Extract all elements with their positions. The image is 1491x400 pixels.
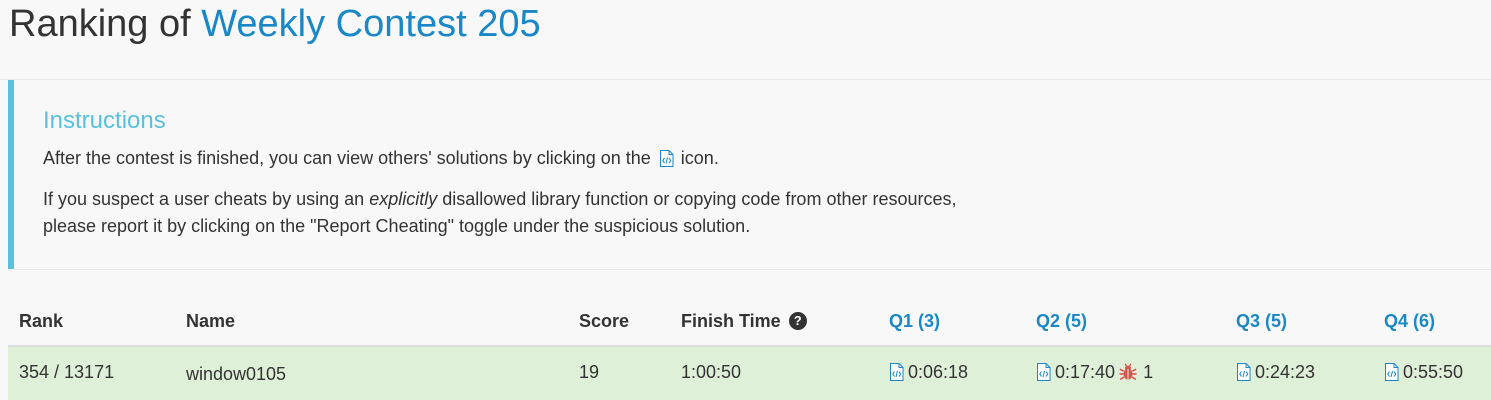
header-score: Score [579,311,630,331]
code-file-icon[interactable] [1236,363,1251,381]
instructions-line-report: If you suspect a user cheats by using an… [43,186,957,213]
q4-cell: 0:55:50 [1384,347,1463,397]
header-finish-time: Finish Time ? [681,297,807,345]
q1-time: 0:06:18 [908,362,969,382]
table-row: 354 / 13171 window0105 19 1:00:50 0:06:1… [8,347,1491,400]
rank-cell: 354 / 13171 [19,362,115,382]
divider [14,269,1491,270]
code-file-icon[interactable] [1036,363,1051,381]
finish-time-cell: 1:00:50 [681,362,742,382]
header-rank: Rank [19,311,64,331]
q2-cell: 0:17:40 1 [1036,347,1153,397]
q1-cell: 0:06:18 [889,347,968,397]
instructions-heading: Instructions [43,107,166,134]
instructions-text: After the contest is finished, you can v… [43,148,651,168]
score-cell: 19 [579,362,600,382]
instructions-line-view-solutions: After the contest is finished, you can v… [43,145,719,172]
code-file-icon [659,150,674,167]
q2-penalty-count: 1 [1143,362,1154,382]
instructions-panel: Instructions After the contest is finish… [8,80,1491,270]
header-q1-link[interactable]: Q1 (3) [889,297,940,345]
ranking-page: Ranking of Weekly Contest 205 Instructio… [0,0,1491,400]
code-file-icon[interactable] [1384,363,1399,381]
contest-link[interactable]: Weekly Contest 205 [201,3,540,45]
instructions-text: disallowed library function or copying c… [442,189,957,209]
user-name[interactable]: window0105 [186,349,286,399]
q2-time: 0:17:40 [1055,362,1116,382]
header-q4-link[interactable]: Q4 (6) [1384,297,1435,345]
header-name: Name [186,311,236,331]
instructions-text: icon. [680,148,719,168]
page-title-prefix: Ranking of [9,3,191,45]
header-finish-time-label: Finish Time [681,311,781,331]
instructions-line-report-2: please report it by clicking on the "Rep… [43,216,751,236]
instructions-text: If you suspect a user cheats by using an [43,189,365,209]
header-q3-link[interactable]: Q3 (5) [1236,297,1287,345]
header-q2-link[interactable]: Q2 (5) [1036,297,1087,345]
code-file-icon[interactable] [889,363,904,381]
bug-icon [1119,363,1137,381]
page-title: Ranking of Weekly Contest 205 [9,0,541,48]
instructions-emphasis: explicitly [369,189,438,209]
q4-time: 0:55:50 [1403,362,1464,382]
question-circle-icon[interactable]: ? [788,312,807,330]
q3-time: 0:24:23 [1255,362,1316,382]
q3-cell: 0:24:23 [1236,347,1315,397]
ranking-table-header: Rank Name Score Finish Time ? Q1 (3) Q2 … [8,297,1491,347]
